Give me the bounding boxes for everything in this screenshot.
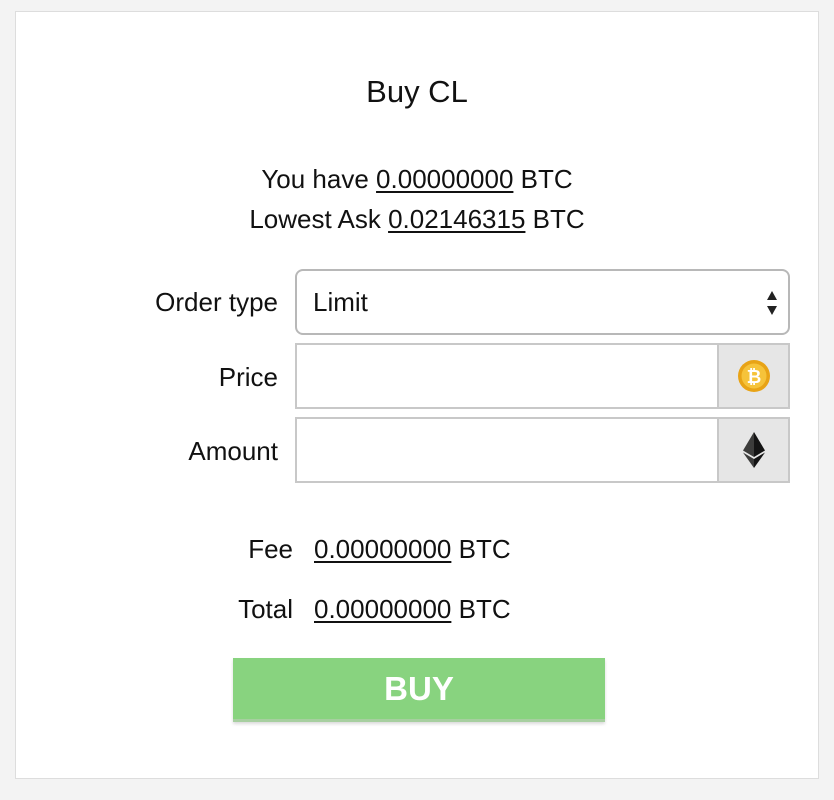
total-unit: BTC: [458, 594, 511, 624]
lowest-ask-unit: BTC: [532, 204, 585, 234]
amount-currency-addon: [717, 419, 788, 481]
buy-panel: Buy CL You have 0.00000000 BTC Lowest As…: [15, 11, 819, 779]
svg-text:₿: ₿: [746, 367, 761, 388]
order-type-label: Order type: [155, 287, 278, 317]
order-type-selected: Limit: [313, 287, 368, 317]
lowest-ask-label: Lowest Ask: [249, 204, 381, 234]
balance-value-link[interactable]: 0.00000000: [376, 164, 513, 194]
fee-row: 0.00000000 BTC: [314, 534, 511, 565]
price-input-group: ₿: [295, 343, 790, 409]
price-currency-addon: ₿: [717, 345, 788, 407]
lowest-ask-value-link[interactable]: 0.02146315: [388, 204, 525, 234]
fee-label: Fee: [248, 534, 293, 564]
balance-unit: BTC: [520, 164, 573, 194]
amount-input-group: [295, 417, 790, 483]
fee-unit: BTC: [458, 534, 511, 564]
bitcoin-coin-icon: ₿: [737, 360, 770, 392]
balance-label: You have: [261, 164, 369, 194]
ethereum-icon: [742, 432, 765, 468]
buy-button[interactable]: BUY: [233, 658, 605, 722]
price-label: Price: [218, 362, 278, 392]
total-value: 0.00000000: [314, 594, 452, 624]
fee-value: 0.00000000: [314, 534, 452, 564]
balance-line: You have 0.00000000 BTC: [16, 164, 818, 195]
price-input[interactable]: [297, 345, 720, 407]
total-label: Total: [238, 594, 293, 624]
select-arrows-icon: [767, 291, 777, 315]
amount-input[interactable]: [297, 419, 720, 481]
panel-title: Buy CL: [366, 74, 468, 109]
lowest-ask-line: Lowest Ask 0.02146315 BTC: [16, 204, 818, 235]
total-row: 0.00000000 BTC: [314, 594, 511, 625]
order-type-select[interactable]: Limit: [295, 269, 790, 335]
amount-label: Amount: [188, 436, 278, 466]
